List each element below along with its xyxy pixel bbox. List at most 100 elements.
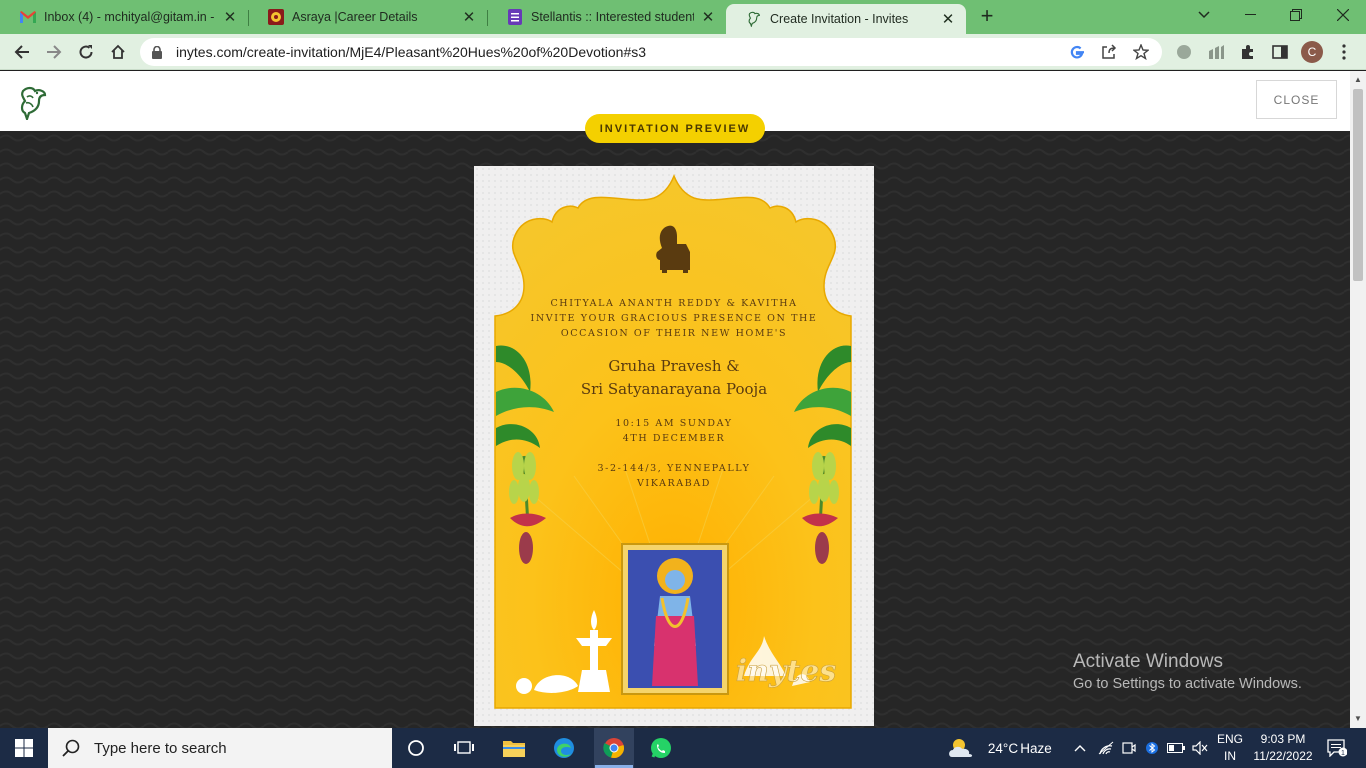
- close-icon[interactable]: ✕: [700, 9, 716, 26]
- chrome-icon: [603, 738, 624, 758]
- tab-title: Asraya |Career Details: [292, 10, 418, 24]
- tab-gmail-inbox[interactable]: Inbox (4) - mchityal@gitam.in - G ✕: [0, 0, 248, 34]
- close-icon[interactable]: ✕: [461, 9, 477, 26]
- tab-title: Stellantis :: Interested students co: [531, 10, 694, 24]
- tab-create-invitation[interactable]: Create Invitation - Invites ✕: [726, 4, 966, 34]
- taskbar-search-input[interactable]: Type here to search: [48, 728, 392, 768]
- title-line-2: Sri Satyanarayana Pooja: [580, 380, 768, 398]
- start-button[interactable]: [0, 728, 48, 768]
- region-code: IN: [1224, 749, 1236, 763]
- deity-portrait-image: [621, 543, 729, 695]
- language-code: ENG: [1216, 732, 1243, 746]
- address-bar[interactable]: inytes.com/create-invitation/MjE4/Pleasa…: [140, 38, 1162, 66]
- home-button[interactable]: [104, 38, 132, 66]
- minimize-button[interactable]: [1227, 0, 1273, 30]
- search-icon: [62, 739, 82, 757]
- whatsapp-button[interactable]: [641, 728, 681, 768]
- event-time: 10:15 AM SUNDAY: [615, 418, 733, 429]
- show-hidden-icons-chevron-icon[interactable]: [1070, 728, 1090, 768]
- browser-tab-strip: Inbox (4) - mchityal@gitam.in - G ✕ Asra…: [0, 0, 1366, 34]
- notification-count: 1: [1341, 750, 1345, 757]
- scroll-up-arrow-icon[interactable]: ▲: [1350, 73, 1366, 87]
- task-view-button[interactable]: [444, 728, 484, 768]
- invitation-address: 3-2-144/3, YENNEPALLY VIKARABAD: [474, 461, 874, 491]
- event-date: 4TH DECEMBER: [622, 433, 726, 444]
- clock-time: 9:03 PM: [1260, 732, 1306, 746]
- reload-button[interactable]: [72, 38, 100, 66]
- taskbar-clock[interactable]: 9:03 PM 11/22/2022: [1246, 731, 1320, 765]
- file-explorer-button[interactable]: [494, 728, 534, 768]
- tab-title: Inbox (4) - mchityal@gitam.in - G: [44, 10, 216, 24]
- forms-icon: [507, 9, 523, 25]
- hosts-line-2: INVITE YOUR GRACIOUS PRESENCE ON THE: [530, 313, 818, 324]
- lock-icon[interactable]: [152, 45, 166, 59]
- scroll-down-arrow-icon[interactable]: ▼: [1350, 712, 1366, 726]
- address-line-1: 3-2-144/3, YENNEPALLY: [597, 463, 751, 474]
- scrollbar-thumb[interactable]: [1353, 89, 1363, 281]
- invitation-title: Gruha Pravesh & Sri Satyanarayana Pooja: [474, 355, 874, 401]
- back-arrow-icon: [14, 45, 29, 59]
- weather-description[interactable]: Haze: [1018, 728, 1054, 768]
- task-view-icon: [454, 741, 474, 754]
- forward-button[interactable]: [40, 38, 68, 66]
- inytes-watermark: inytes: [736, 654, 837, 689]
- extensions-puzzle-icon[interactable]: [1238, 42, 1258, 62]
- restore-button[interactable]: [1273, 0, 1319, 30]
- language-indicator[interactable]: ENG IN: [1213, 731, 1247, 765]
- chrome-browser-button[interactable]: [594, 728, 634, 768]
- close-icon[interactable]: ✕: [222, 9, 238, 26]
- gmail-icon: [20, 9, 36, 25]
- notification-icon: 1: [1327, 739, 1347, 757]
- invitation-preview-badge: INVITATION PREVIEW: [585, 114, 765, 143]
- whatsapp-icon: [651, 738, 671, 758]
- activate-windows-notice: Activate Windows Go to Settings to activ…: [1073, 651, 1302, 692]
- invitation-card: inytes CHITYALA ANANTH REDDY & KAVITHA I…: [474, 166, 874, 726]
- invitation-datetime: 10:15 AM SUNDAY 4TH DECEMBER: [474, 416, 874, 446]
- browser-toolbar: inytes.com/create-invitation/MjE4/Pleasa…: [0, 34, 1366, 70]
- activate-windows-subtitle: Go to Settings to activate Windows.: [1073, 676, 1302, 692]
- google-translate-icon[interactable]: [1066, 41, 1088, 63]
- weather-hazy-icon[interactable]: [944, 728, 980, 768]
- back-button[interactable]: [8, 38, 36, 66]
- invitation-hosts: CHITYALA ANANTH REDDY & KAVITHA INVITE Y…: [474, 296, 874, 341]
- window-close-button[interactable]: [1320, 0, 1366, 30]
- search-placeholder: Type here to search: [94, 739, 227, 757]
- hosts-line-1: CHITYALA ANANTH REDDY & KAVITHA: [550, 298, 798, 309]
- tab-asraya[interactable]: Asraya |Career Details ✕: [248, 0, 487, 34]
- tab-search-icon[interactable]: [1181, 0, 1227, 30]
- windows-taskbar: Type here to search 24°C Haze ENG IN 9:0…: [0, 728, 1366, 768]
- menu-kebab-icon[interactable]: [1334, 42, 1354, 62]
- inytes-logo-icon[interactable]: [18, 84, 50, 123]
- meet-now-icon[interactable]: [1120, 728, 1138, 768]
- battery-icon[interactable]: [1166, 728, 1186, 768]
- share-icon[interactable]: [1098, 41, 1120, 63]
- notification-center-button[interactable]: 1: [1322, 728, 1352, 768]
- page-scrollbar[interactable]: ▲ ▼: [1350, 71, 1366, 728]
- tab-stellantis[interactable]: Stellantis :: Interested students co ✕: [487, 0, 726, 34]
- cortana-circle-icon: [408, 740, 424, 756]
- extension-icon[interactable]: [1174, 42, 1194, 62]
- network-icon[interactable]: [1096, 728, 1116, 768]
- extension-chart-icon[interactable]: [1206, 42, 1226, 62]
- activate-windows-title: Activate Windows: [1073, 651, 1223, 672]
- close-icon[interactable]: ✕: [940, 11, 956, 28]
- tab-title: Create Invitation - Invites: [770, 12, 909, 26]
- volume-muted-icon[interactable]: [1190, 728, 1210, 768]
- new-tab-button[interactable]: +: [976, 5, 998, 28]
- folder-icon: [503, 741, 525, 757]
- reload-icon: [79, 45, 93, 59]
- hosts-line-3: OCCASION OF THEIR NEW HOME'S: [560, 328, 788, 339]
- profile-avatar[interactable]: C: [1301, 41, 1323, 63]
- title-line-1: Gruha Pravesh &: [608, 357, 740, 375]
- url-text[interactable]: inytes.com/create-invitation/MjE4/Pleasa…: [176, 44, 1066, 60]
- cortana-button[interactable]: [396, 728, 436, 768]
- bookmark-star-icon[interactable]: [1130, 41, 1152, 63]
- address-line-2: VIKARABAD: [636, 478, 712, 489]
- bluetooth-icon[interactable]: [1143, 728, 1161, 768]
- edge-icon: [554, 738, 574, 758]
- home-icon: [111, 44, 125, 59]
- close-button[interactable]: CLOSE: [1256, 80, 1337, 119]
- clock-date: 11/22/2022: [1253, 749, 1313, 763]
- side-panel-icon[interactable]: [1270, 42, 1290, 62]
- edge-browser-button[interactable]: [544, 728, 584, 768]
